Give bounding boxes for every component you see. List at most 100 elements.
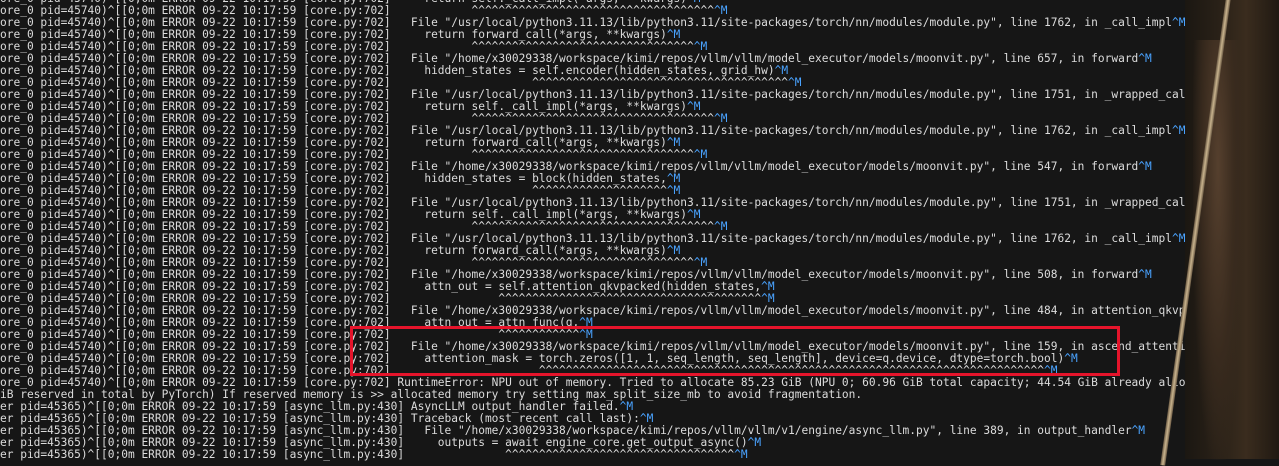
carriage-return-marker: ^M bbox=[666, 137, 681, 149]
log-line-text: er pid=45365)^[[0;0m ERROR 09-22 10:17:5… bbox=[0, 437, 748, 449]
carriage-return-marker: ^M bbox=[713, 5, 728, 17]
log-line: ore_0 pid=45740)^[[0;0m ERROR 09-22 10:1… bbox=[0, 209, 1279, 221]
carriage-return-marker: ^M bbox=[579, 317, 593, 329]
log-line: ore_0 pid=45740)^[[0;0m ERROR 09-22 10:1… bbox=[0, 329, 1279, 341]
carriage-return-marker: ^M bbox=[1171, 125, 1186, 137]
log-line: ore_0 pid=45740)^[[0;0m ERROR 09-22 10:1… bbox=[0, 89, 1279, 101]
log-line: ore_0 pid=45740)^[[0;0m ERROR 09-22 10:1… bbox=[0, 197, 1279, 209]
log-line: ore_0 pid=45740)^[[0;0m ERROR 09-22 10:1… bbox=[0, 137, 1279, 149]
log-line-text: ore_0 pid=45740)^[[0;0m ERROR 09-22 10:1… bbox=[0, 53, 1139, 65]
carriage-return-marker: ^M bbox=[713, 221, 728, 233]
log-line-text: ore_0 pid=45740)^[[0;0m ERROR 09-22 10:1… bbox=[0, 329, 580, 341]
log-line: er pid=45365)^[[0;0m ERROR 09-22 10:17:5… bbox=[0, 413, 1279, 425]
log-line-text: ore_0 pid=45740)^[[0;0m ERROR 09-22 10:1… bbox=[0, 269, 1139, 281]
log-line-text: iB reserved in total by PyTorch) If rese… bbox=[0, 389, 863, 401]
carriage-return-marker: ^M bbox=[666, 185, 681, 197]
log-line: ore_0 pid=45740)^[[0;0m ERROR 09-22 10:1… bbox=[0, 41, 1279, 53]
carriage-return-marker: ^M bbox=[666, 173, 681, 185]
log-line-text: ore_0 pid=45740)^[[0;0m ERROR 09-22 10:1… bbox=[0, 185, 667, 197]
log-line-text: ore_0 pid=45740)^[[0;0m ERROR 09-22 10:1… bbox=[0, 5, 714, 17]
carriage-return-marker: ^M bbox=[693, 41, 708, 53]
log-line: ore_0 pid=45740)^[[0;0m ERROR 09-22 10:1… bbox=[0, 341, 1279, 353]
carriage-return-marker: ^M bbox=[1064, 353, 1078, 365]
log-line: ore_0 pid=45740)^[[0;0m ERROR 09-22 10:1… bbox=[0, 65, 1279, 77]
log-line-text: ore_0 pid=45740)^[[0;0m ERROR 09-22 10:1… bbox=[0, 245, 667, 257]
carriage-return-marker: ^M bbox=[1171, 17, 1186, 29]
log-line-text: ore_0 pid=45740)^[[0;0m ERROR 09-22 10:1… bbox=[0, 149, 694, 161]
log-line-text: ore_0 pid=45740)^[[0;0m ERROR 09-22 10:1… bbox=[0, 161, 1139, 173]
carriage-return-marker: ^M bbox=[579, 329, 593, 341]
carriage-return-marker: ^M bbox=[1138, 269, 1152, 281]
log-line-text: ore_0 pid=45740)^[[0;0m ERROR 09-22 10:1… bbox=[0, 113, 714, 125]
carriage-return-marker: ^M bbox=[687, 209, 701, 221]
log-line-text: ore_0 pid=45740)^[[0;0m ERROR 09-22 10:1… bbox=[0, 293, 762, 305]
figure-silhouette bbox=[1193, 40, 1243, 460]
log-line-text: ore_0 pid=45740)^[[0;0m ERROR 09-22 10:1… bbox=[0, 41, 694, 53]
carriage-return-marker: ^M bbox=[774, 65, 789, 77]
log-line: ore_0 pid=45740)^[[0;0m ERROR 09-22 10:1… bbox=[0, 125, 1279, 137]
log-line: ore_0 pid=45740)^[[0;0m ERROR 09-22 10:1… bbox=[0, 245, 1279, 257]
log-line-text: ore_0 pid=45740)^[[0;0m ERROR 09-22 10:1… bbox=[0, 101, 688, 113]
log-line: ore_0 pid=45740)^[[0;0m ERROR 09-22 10:1… bbox=[0, 101, 1279, 113]
log-line: er pid=45365)^[[0;0m ERROR 09-22 10:17:5… bbox=[0, 401, 1279, 413]
carriage-return-marker: ^M bbox=[1171, 233, 1186, 245]
log-line: ore_0 pid=45740)^[[0;0m ERROR 09-22 10:1… bbox=[0, 269, 1279, 281]
log-line: ore_0 pid=45740)^[[0;0m ERROR 09-22 10:1… bbox=[0, 317, 1279, 329]
carriage-return-marker: ^M bbox=[666, 245, 681, 257]
log-line-text: ore_0 pid=45740)^[[0;0m ERROR 09-22 10:1… bbox=[0, 173, 667, 185]
log-line: ore_0 pid=45740)^[[0;0m ERROR 09-22 10:1… bbox=[0, 353, 1279, 365]
log-line-text: ore_0 pid=45740)^[[0;0m ERROR 09-22 10:1… bbox=[0, 209, 688, 221]
carriage-return-marker: ^M bbox=[788, 77, 802, 89]
log-line: er pid=45365)^[[0;0m ERROR 09-22 10:17:5… bbox=[0, 449, 1279, 461]
carriage-return-marker: ^M bbox=[666, 29, 681, 41]
log-line: ore_0 pid=45740)^[[0;0m ERROR 09-22 10:1… bbox=[0, 53, 1279, 65]
log-line-text: er pid=45365)^[[0;0m ERROR 09-22 10:17:5… bbox=[0, 449, 735, 461]
log-line-text: ore_0 pid=45740)^[[0;0m ERROR 09-22 10:1… bbox=[0, 377, 1279, 389]
log-line-text: er pid=45365)^[[0;0m ERROR 09-22 10:17:5… bbox=[0, 413, 640, 425]
carriage-return-marker: ^M bbox=[1131, 425, 1146, 437]
log-line-text: ore_0 pid=45740)^[[0;0m ERROR 09-22 10:1… bbox=[0, 353, 1065, 365]
log-line-text: ore_0 pid=45740)^[[0;0m ERROR 09-22 10:1… bbox=[0, 305, 1220, 317]
carriage-return-marker: ^M bbox=[693, 149, 708, 161]
log-line: ore_0 pid=45740)^[[0;0m ERROR 09-22 10:1… bbox=[0, 29, 1279, 41]
log-line-text: er pid=45365)^[[0;0m ERROR 09-22 10:17:5… bbox=[0, 401, 620, 413]
log-line-text: ore_0 pid=45740)^[[0;0m ERROR 09-22 10:1… bbox=[0, 77, 789, 89]
log-line: ore_0 pid=45740)^[[0;0m ERROR 09-22 10:1… bbox=[0, 185, 1279, 197]
terminal-output[interactable]: ore_0 pid=45740)^[[0;0m ERROR 09-22 10:1… bbox=[0, 0, 1279, 461]
carriage-return-marker: ^M bbox=[761, 293, 775, 305]
carriage-return-marker: ^M bbox=[761, 281, 775, 293]
log-line: ore_0 pid=45740)^[[0;0m ERROR 09-22 10:1… bbox=[0, 257, 1279, 269]
carriage-return-marker: ^M bbox=[639, 413, 654, 425]
log-line: ore_0 pid=45740)^[[0;0m ERROR 09-22 10:1… bbox=[0, 5, 1279, 17]
carriage-return-marker: ^M bbox=[693, 257, 708, 269]
log-line: ore_0 pid=45740)^[[0;0m ERROR 09-22 10:1… bbox=[0, 161, 1279, 173]
log-line: ore_0 pid=45740)^[[0;0m ERROR 09-22 10:1… bbox=[0, 17, 1279, 29]
log-line: ore_0 pid=45740)^[[0;0m ERROR 09-22 10:1… bbox=[0, 281, 1279, 293]
log-line-text: ore_0 pid=45740)^[[0;0m ERROR 09-22 10:1… bbox=[0, 125, 1172, 137]
log-line-text: ore_0 pid=45740)^[[0;0m ERROR 09-22 10:1… bbox=[0, 281, 762, 293]
log-line: ore_0 pid=45740)^[[0;0m ERROR 09-22 10:1… bbox=[0, 293, 1279, 305]
log-line: ore_0 pid=45740)^[[0;0m ERROR 09-22 10:1… bbox=[0, 377, 1279, 389]
carriage-return-marker: ^M bbox=[1138, 161, 1152, 173]
log-line: ore_0 pid=45740)^[[0;0m ERROR 09-22 10:1… bbox=[0, 221, 1279, 233]
carriage-return-marker: ^M bbox=[1138, 53, 1152, 65]
log-line: ore_0 pid=45740)^[[0;0m ERROR 09-22 10:1… bbox=[0, 77, 1279, 89]
carriage-return-marker: ^M bbox=[1044, 365, 1058, 377]
log-line-text: ore_0 pid=45740)^[[0;0m ERROR 09-22 10:1… bbox=[0, 317, 580, 329]
log-line-text: ore_0 pid=45740)^[[0;0m ERROR 09-22 10:1… bbox=[0, 221, 714, 233]
log-line-text: ore_0 pid=45740)^[[0;0m ERROR 09-22 10:1… bbox=[0, 17, 1172, 29]
log-line-text: ore_0 pid=45740)^[[0;0m ERROR 09-22 10:1… bbox=[0, 257, 694, 269]
log-line-text: ore_0 pid=45740)^[[0;0m ERROR 09-22 10:1… bbox=[0, 137, 667, 149]
log-line-text: ore_0 pid=45740)^[[0;0m ERROR 09-22 10:1… bbox=[0, 65, 775, 77]
log-line: ore_0 pid=45740)^[[0;0m ERROR 09-22 10:1… bbox=[0, 365, 1279, 377]
log-line-text: er pid=45365)^[[0;0m ERROR 09-22 10:17:5… bbox=[0, 425, 1132, 437]
log-line-text: ore_0 pid=45740)^[[0;0m ERROR 09-22 10:1… bbox=[0, 233, 1172, 245]
log-line-text: ore_0 pid=45740)^[[0;0m ERROR 09-22 10:1… bbox=[0, 341, 1199, 353]
carriage-return-marker: ^M bbox=[747, 437, 762, 449]
log-line: ore_0 pid=45740)^[[0;0m ERROR 09-22 10:1… bbox=[0, 173, 1279, 185]
log-line: er pid=45365)^[[0;0m ERROR 09-22 10:17:5… bbox=[0, 437, 1279, 449]
log-line: ore_0 pid=45740)^[[0;0m ERROR 09-22 10:1… bbox=[0, 233, 1279, 245]
log-line-text: ore_0 pid=45740)^[[0;0m ERROR 09-22 10:1… bbox=[0, 29, 667, 41]
log-line-text: ore_0 pid=45740)^[[0;0m ERROR 09-22 10:1… bbox=[0, 197, 1226, 209]
log-line: iB reserved in total by PyTorch) If rese… bbox=[0, 389, 1279, 401]
